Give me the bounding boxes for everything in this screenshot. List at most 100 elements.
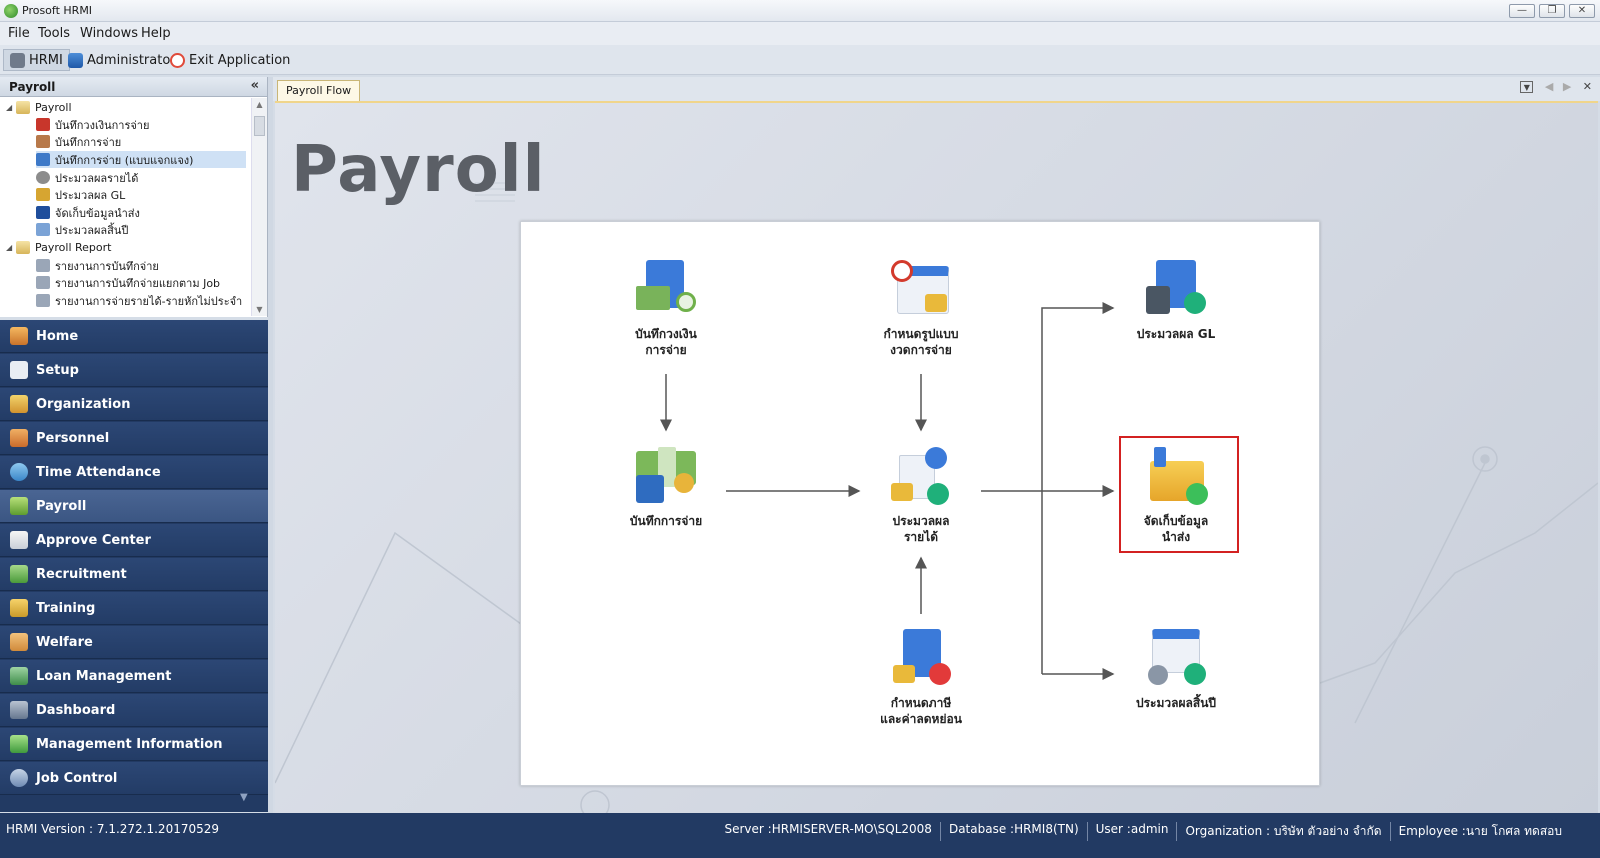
menu-help[interactable]: Help: [141, 26, 171, 41]
tab-prev-icon[interactable]: ◀: [1545, 80, 1553, 93]
menu-windows[interactable]: Windows: [80, 26, 138, 41]
scroll-up-icon[interactable]: ▲: [252, 100, 267, 109]
nav-label: Setup: [36, 362, 79, 378]
close-button[interactable]: ✕: [1569, 4, 1595, 18]
title-bar: Prosoft HRMI — ❐ ✕: [0, 0, 1600, 22]
save-icon: [36, 206, 50, 219]
nav-label: Organization: [36, 396, 131, 412]
nav-training[interactable]: Training: [0, 592, 268, 625]
nav-approve-center[interactable]: Approve Center: [0, 524, 268, 557]
node-period-label: กำหนดรูปแบบ งวดการจ่าย: [883, 327, 959, 357]
nav-payroll[interactable]: Payroll: [0, 490, 268, 523]
maximize-button[interactable]: ❐: [1539, 4, 1565, 18]
tree-item-yearend[interactable]: ประมวลผลสิ้นปี: [36, 221, 128, 238]
node-budget[interactable]: บันทึกวงเงิน การจ่าย: [606, 260, 726, 358]
node-gl[interactable]: ประมวลผล GL: [1116, 260, 1236, 342]
tree-item-payment[interactable]: บันทึกการจ่าย: [36, 133, 121, 150]
nav-personnel[interactable]: Personnel: [0, 422, 268, 455]
nav-recruitment[interactable]: Recruitment: [0, 558, 268, 591]
collapse-sidebar-icon[interactable]: «: [251, 78, 259, 93]
exit-label: Exit Application: [189, 52, 291, 68]
tree-item-income[interactable]: ประมวลผลรายได้: [36, 169, 138, 186]
nav-dashboard[interactable]: Dashboard: [0, 694, 268, 727]
scroll-thumb[interactable]: [254, 116, 265, 136]
node-tax[interactable]: กำหนดภาษี และค่าลดหย่อน: [861, 629, 981, 727]
minimize-button[interactable]: —: [1509, 4, 1535, 18]
tree-label: จัดเก็บข้อมูลนำส่ง: [55, 206, 140, 220]
content-area: Payroll Flow ▼ ◀ ▶ ✕ Payroll บันทึกวงเงิ…: [273, 77, 1600, 813]
nav-label: Management Information: [36, 736, 223, 752]
tree-label: ประมวลผล GL: [55, 188, 126, 202]
approve-icon: [10, 531, 28, 549]
tab-close-icon[interactable]: ✕: [1583, 80, 1592, 93]
expand-icon[interactable]: ◢: [6, 243, 16, 252]
tree-scrollbar[interactable]: ▲ ▼: [251, 98, 267, 316]
admin-icon: [68, 52, 83, 68]
menu-file[interactable]: File: [8, 26, 30, 41]
tree-label: Payroll: [35, 101, 72, 114]
report-icon: [36, 294, 50, 307]
loan-icon: [10, 667, 28, 685]
tree-group-payroll-report[interactable]: ◢ Payroll Report: [6, 239, 111, 256]
tree-label: ประมวลผลสิ้นปี: [55, 223, 129, 237]
tree-group-payroll[interactable]: ◢ Payroll: [6, 99, 72, 116]
tab-next-icon[interactable]: ▶: [1563, 80, 1571, 93]
nav-loan-management[interactable]: Loan Management: [0, 660, 268, 693]
tree-item-payment-detail[interactable]: บันทึกการจ่าย (แบบแจกแจง): [36, 151, 246, 168]
nav-management-information[interactable]: Management Information: [0, 728, 268, 761]
tree-label: รายงานการบันทึกจ่ายแยกตาม Job: [55, 276, 221, 290]
administrator-button[interactable]: Administrator: [68, 49, 176, 71]
menu-tools[interactable]: Tools: [38, 26, 70, 41]
nav-label: Dashboard: [36, 702, 116, 718]
tree-item-report-3[interactable]: รายงานการจ่ายรายได้-รายหักไม่ประจำ: [36, 292, 242, 309]
hrmi-label: HRMI: [29, 52, 63, 68]
nav-time-attendance[interactable]: Time Attendance: [0, 456, 268, 489]
nav-overflow-icon[interactable]: ▼: [240, 792, 248, 803]
nav-label: Recruitment: [36, 566, 127, 582]
hrmi-button[interactable]: HRMI: [3, 49, 70, 71]
employee-status: Employee :นาย โกศล ทดสอบ: [1389, 822, 1570, 841]
node-yearend[interactable]: ประมวลผลสิ้นปี: [1116, 629, 1236, 711]
tree-item-report-1[interactable]: รายงานการบันทึกจ่าย: [36, 257, 159, 274]
payroll-flow-canvas: Payroll บันทึกวงเงิน การจ่าย กำหนดรูปแบบ…: [275, 101, 1598, 813]
server-status: Server :HRMISERVER-MO\SQL2008: [724, 822, 932, 836]
tab-controls: ▼ ◀ ▶ ✕: [1520, 80, 1592, 93]
node-payment-label: บันทึกการจ่าย: [629, 514, 703, 528]
nav-job-control[interactable]: Job Control: [0, 762, 268, 795]
module-nav: Home Setup Organization Personnel Time A…: [0, 320, 268, 812]
administrator-label: Administrator: [87, 52, 176, 68]
tree-item-submit[interactable]: จัดเก็บข้อมูลนำส่ง: [36, 204, 140, 221]
clock-icon: [10, 463, 28, 481]
window-title: Prosoft HRMI: [22, 4, 93, 17]
yearend-calendar-icon: [1146, 629, 1206, 689]
gl-calculator-icon: [1146, 260, 1206, 320]
chart-icon: [10, 735, 28, 753]
tree-item-gl[interactable]: ประมวลผล GL: [36, 186, 125, 203]
nav-label: Welfare: [36, 634, 93, 650]
database-status: Database :HRMI8(TN): [939, 822, 1087, 841]
hierarchy-icon: [36, 153, 50, 166]
nav-home[interactable]: Home: [0, 320, 268, 353]
tree-label: บันทึกการจ่าย (แบบแจกแจง): [55, 153, 194, 167]
version-text: HRMI Version : 7.1.272.1.20170529: [6, 822, 220, 836]
node-payment[interactable]: บันทึกการจ่าย: [606, 447, 726, 529]
folder-icon: [16, 101, 30, 114]
tree-item-budget[interactable]: บันทึกวงเงินการจ่าย: [36, 116, 149, 133]
book-icon: [36, 118, 50, 131]
node-income-label: ประมวลผล รายได้: [892, 514, 950, 544]
tree-item-report-2[interactable]: รายงานการบันทึกจ่ายแยกตาม Job: [36, 274, 220, 291]
scroll-down-icon[interactable]: ▼: [252, 305, 267, 314]
app-icon: [4, 4, 18, 18]
expand-icon[interactable]: ◢: [6, 103, 16, 112]
tree-label: บันทึกวงเงินการจ่าย: [55, 118, 150, 132]
nav-setup[interactable]: Setup: [0, 354, 268, 387]
nav-label: Approve Center: [36, 532, 151, 548]
node-income[interactable]: ประมวลผล รายได้: [861, 447, 981, 545]
training-icon: [10, 599, 28, 617]
exit-application-button[interactable]: Exit Application: [170, 49, 290, 71]
tab-list-icon[interactable]: ▼: [1520, 81, 1534, 93]
nav-organization[interactable]: Organization: [0, 388, 268, 421]
tab-payroll-flow[interactable]: Payroll Flow: [277, 80, 361, 101]
node-period[interactable]: กำหนดรูปแบบ งวดการจ่าย: [861, 260, 981, 358]
nav-welfare[interactable]: Welfare: [0, 626, 268, 659]
